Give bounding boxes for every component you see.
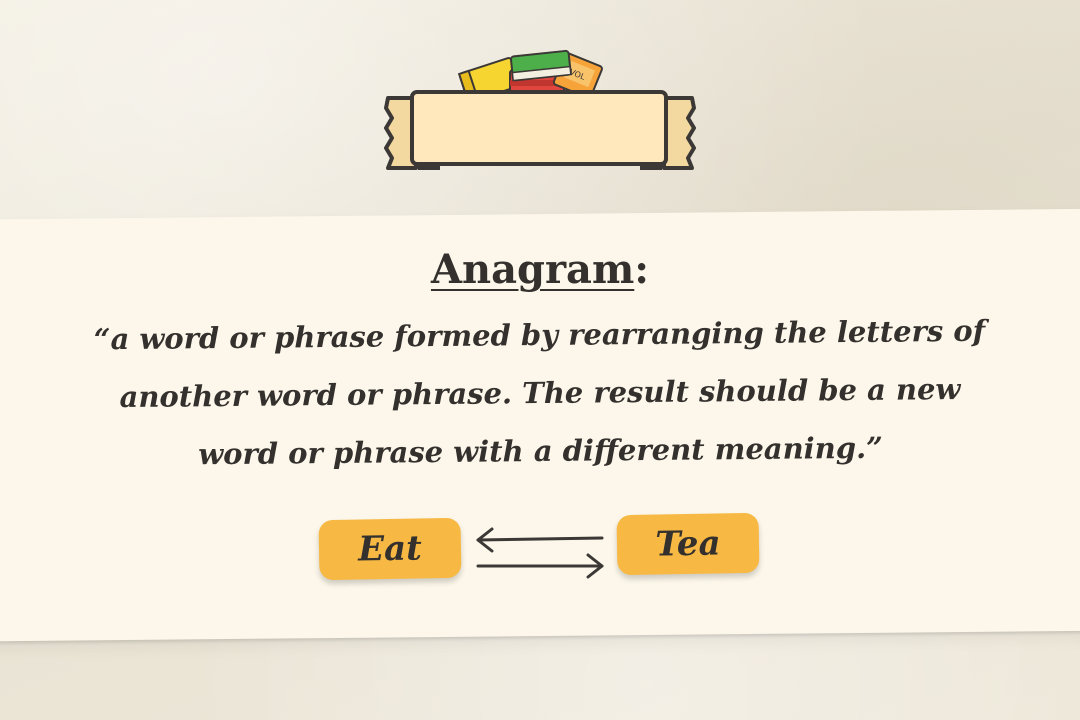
example-word-tea: Tea [616,512,760,576]
example-word-eat: Eat [318,517,462,581]
title-banner: VOL [382,48,698,184]
example-word-eat-label: Eat [357,528,423,570]
term-word: Anagram [430,246,635,293]
definition-block: Anagram: “a word or phrase formed by rea… [0,250,1080,480]
example-word-tea-label: Tea [655,523,721,565]
term-colon: : [634,246,650,293]
swap-arrows-icon [476,527,604,579]
term-heading: Anagram: [0,250,1080,290]
definition-quote: “a word or phrase formed by rearranging … [93,313,986,472]
